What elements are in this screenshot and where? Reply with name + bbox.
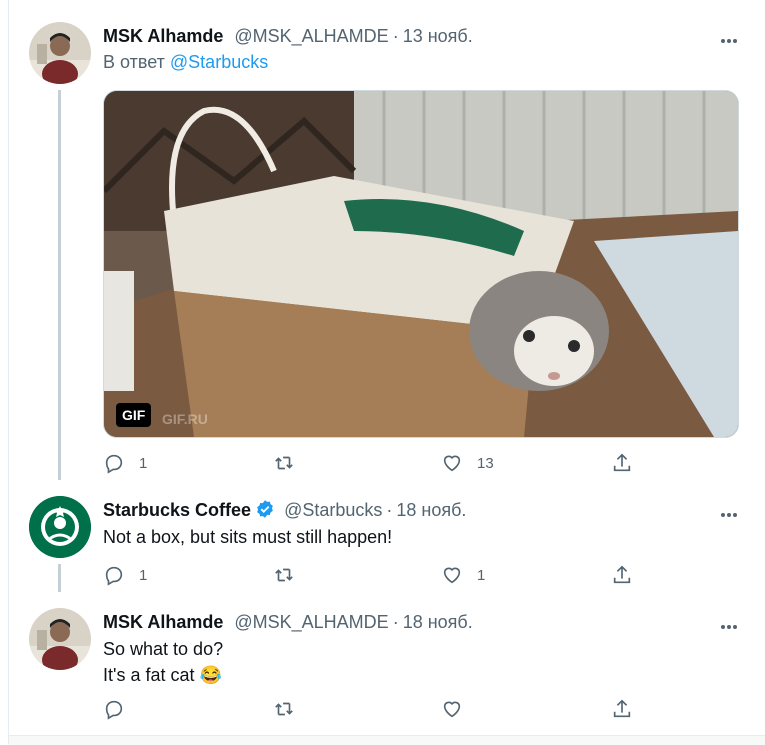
like-icon xyxy=(443,455,461,472)
avatar[interactable] xyxy=(29,22,91,84)
reply-to-link[interactable]: @Starbucks xyxy=(170,52,268,72)
reply-context: В ответ @Starbucks xyxy=(103,52,268,73)
like-button[interactable] xyxy=(441,696,477,722)
cat-in-bag-image xyxy=(104,91,738,437)
retweet-icon xyxy=(275,456,293,470)
author-handle[interactable]: @Starbucks xyxy=(284,500,382,520)
timeline-frame: MSK Alhamde @MSK_ALHAMDE · 13 нояб. В отве… xyxy=(8,0,765,745)
tweet-date[interactable]: 13 нояб. xyxy=(403,26,473,46)
separator-dot: · xyxy=(386,500,393,520)
like-count: 13 xyxy=(477,454,494,472)
share-icon xyxy=(613,453,631,472)
thread-line xyxy=(58,564,61,592)
tweet-2[interactable]: Starbucks Coffee @Starbucks · 18 нояб. Not… xyxy=(9,496,765,592)
author-name[interactable]: MSK Alhamde xyxy=(103,612,223,632)
tweet-3[interactable]: MSK Alhamde @MSK_ALHAMDE · 18 нояб. So wha… xyxy=(9,608,765,728)
tweet-date[interactable]: 18 нояб. xyxy=(396,500,466,520)
author-handle[interactable]: @MSK_ALHAMDE xyxy=(234,26,388,46)
tweet-header: MSK Alhamde @MSK_ALHAMDE · 13 нояб. xyxy=(103,24,473,48)
share-button[interactable] xyxy=(611,562,633,588)
more-icon[interactable] xyxy=(721,504,745,518)
like-icon xyxy=(443,567,461,584)
separator-dot: · xyxy=(392,26,399,46)
reply-button[interactable]: 1 xyxy=(103,562,147,588)
like-count: 1 xyxy=(477,566,486,584)
more-icon[interactable] xyxy=(721,616,745,630)
tweet-text-line-2: It's a fat cat 😂 xyxy=(103,665,222,685)
tweet-actions: 1 13 xyxy=(103,450,663,476)
like-icon xyxy=(443,701,461,718)
share-icon xyxy=(613,699,631,718)
share-button[interactable] xyxy=(611,450,633,476)
reply-icon xyxy=(105,700,123,720)
retweet-button[interactable] xyxy=(273,562,309,588)
tweet-date[interactable]: 18 нояб. xyxy=(403,612,473,632)
avatar[interactable] xyxy=(29,608,91,670)
media-watermark: GIF.RU xyxy=(162,411,208,427)
tweet-text: Not a box, but sits must still happen! xyxy=(103,527,393,547)
retweet-icon xyxy=(275,568,293,582)
like-button[interactable]: 1 xyxy=(441,562,485,588)
gif-media[interactable]: GIF GIF.RU xyxy=(103,90,739,438)
tweet-actions: 1 1 xyxy=(103,562,663,588)
author-handle[interactable]: @MSK_ALHAMDE xyxy=(234,612,388,632)
reply-button[interactable]: 1 xyxy=(103,450,147,476)
tweet-text-line-1: So what to do? xyxy=(103,639,224,659)
tweet-header: Starbucks Coffee @Starbucks · 18 нояб. xyxy=(103,498,466,522)
author-name[interactable]: Starbucks Coffee xyxy=(103,500,251,520)
verified-badge-icon xyxy=(257,500,273,518)
retweet-button[interactable] xyxy=(273,450,309,476)
reply-count: 1 xyxy=(139,454,148,472)
retweet-button[interactable] xyxy=(273,696,309,722)
reply-prefix: В ответ xyxy=(103,52,165,72)
like-button[interactable]: 13 xyxy=(441,450,494,476)
reply-icon xyxy=(105,566,123,586)
separator-dot: · xyxy=(392,612,399,632)
starbucks-logo-icon xyxy=(29,496,91,558)
retweet-icon xyxy=(275,702,293,716)
reply-button[interactable] xyxy=(103,696,139,722)
gif-badge: GIF xyxy=(116,403,152,427)
thread-line xyxy=(58,90,61,480)
tweet-header: MSK Alhamde @MSK_ALHAMDE · 18 нояб. xyxy=(103,610,473,634)
tweet-1[interactable]: MSK Alhamde @MSK_ALHAMDE · 13 нояб. В отве… xyxy=(9,22,765,492)
tweet-text: So what to do? It's a fat cat 😂 xyxy=(103,636,223,688)
share-button[interactable] xyxy=(611,696,633,722)
author-name[interactable]: MSK Alhamde xyxy=(103,26,223,46)
reply-count: 1 xyxy=(139,566,148,584)
starbucks-avatar[interactable] xyxy=(29,496,91,558)
reply-icon xyxy=(105,454,123,474)
more-icon[interactable] xyxy=(721,30,745,44)
tweet-actions xyxy=(103,696,663,722)
share-icon xyxy=(613,565,631,584)
